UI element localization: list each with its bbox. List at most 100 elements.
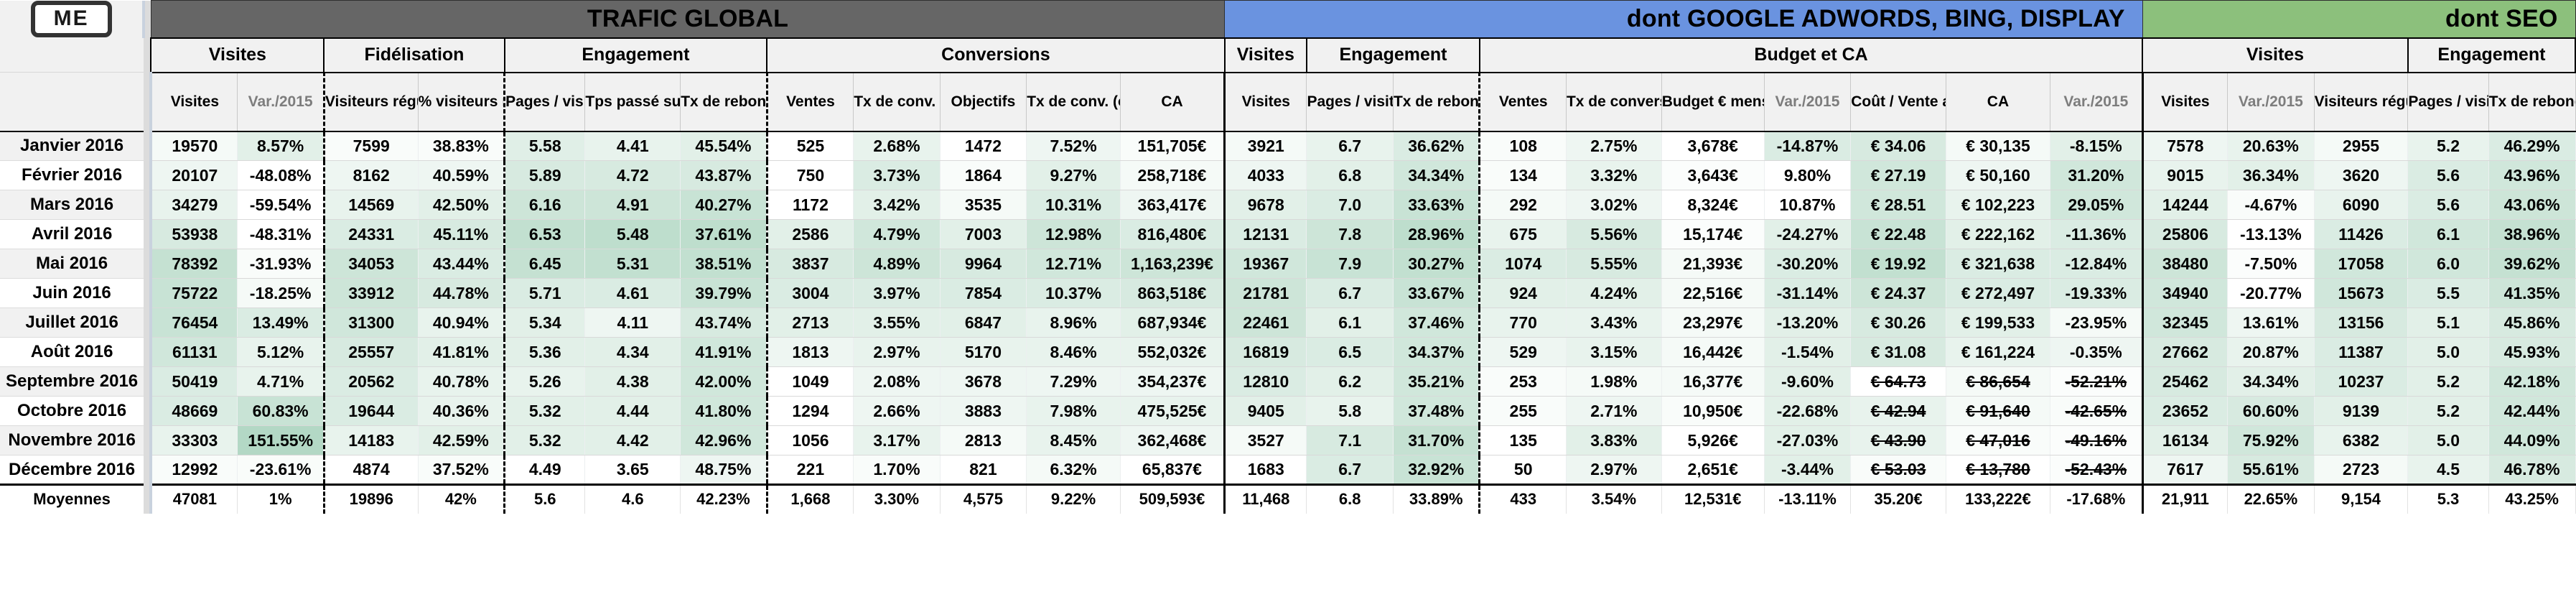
column-header-9[interactable]: Objectifs bbox=[939, 71, 1027, 132]
cell-r3-c24: 11426 bbox=[2313, 219, 2409, 249]
column-header-1[interactable]: Var./2015 bbox=[237, 71, 325, 132]
cell-r8-c5: 4.38 bbox=[584, 366, 681, 397]
row-month-label: Mars 2016 bbox=[0, 190, 144, 220]
cell-r8-c25: 5.2 bbox=[2407, 366, 2489, 397]
cell-r5-c10: 10.37% bbox=[1026, 278, 1121, 308]
average-cell-1: 1% bbox=[237, 484, 325, 514]
cell-r9-c2: 19644 bbox=[322, 396, 419, 426]
row-spacer bbox=[144, 249, 151, 279]
column-row-blank bbox=[0, 72, 144, 132]
table-row[interactable]: Juillet 2016 76454 13.49% 31300 40.94% 5.34 4.… bbox=[0, 307, 2576, 338]
cell-r11-c16: 2.97% bbox=[1565, 455, 1662, 485]
cell-r10-c25: 5.0 bbox=[2407, 425, 2489, 455]
cell-r8-c1: 4.71% bbox=[237, 366, 325, 397]
column-header-22[interactable]: Visites bbox=[2141, 71, 2229, 132]
average-cell-3: 42% bbox=[417, 484, 505, 514]
cell-r5-c24: 15673 bbox=[2313, 278, 2409, 308]
cell-r9-c6: 41.80% bbox=[680, 396, 767, 426]
cell-r3-c21: -11.36% bbox=[2049, 219, 2143, 249]
footer-spacer bbox=[144, 484, 151, 514]
cell-r2-c13: 7.0 bbox=[1306, 190, 1394, 220]
table-row[interactable]: Juin 2016 75722 -18.25% 33912 44.78% 5.71 4.61… bbox=[0, 278, 2576, 308]
cell-r9-c12: 9405 bbox=[1223, 396, 1307, 426]
column-header-26[interactable]: Tx de rebond bbox=[2488, 71, 2576, 132]
cell-r9-c26: 42.44% bbox=[2488, 396, 2576, 426]
column-header-2[interactable]: Visiteurs réguliers bbox=[322, 71, 419, 132]
cell-r4-c2: 34053 bbox=[322, 249, 419, 279]
cell-r8-c4: 5.26 bbox=[503, 366, 586, 397]
cell-r5-c11: 863,518€ bbox=[1119, 278, 1226, 308]
table-row[interactable]: Septembre 2016 50419 4.71% 20562 40.78% 5.26 4… bbox=[0, 366, 2576, 397]
table-row[interactable]: Août 2016 61131 5.12% 25557 41.81% 5.36 4.34 41… bbox=[0, 337, 2576, 367]
column-header-18[interactable]: Var./2015 bbox=[1763, 71, 1852, 132]
cell-r5-c12: 21781 bbox=[1223, 278, 1307, 308]
row-month-label: Mai 2016 bbox=[0, 249, 144, 279]
cell-r1-c11: 258,718€ bbox=[1119, 160, 1226, 190]
column-header-7[interactable]: Ventes bbox=[765, 71, 854, 132]
average-cell-7: 1,668 bbox=[765, 484, 854, 514]
column-header-17[interactable]: Budget € mensuel adwords bbox=[1661, 71, 1765, 132]
column-header-23[interactable]: Var./2015 bbox=[2227, 71, 2315, 132]
cell-r1-c13: 6.8 bbox=[1306, 160, 1394, 190]
row-month-label: Décembre 2016 bbox=[0, 455, 144, 485]
cell-r9-c18: -22.68% bbox=[1763, 396, 1852, 426]
table-row[interactable]: Décembre 2016 12992 -23.61% 4874 37.52% 4.49 3… bbox=[0, 455, 2576, 485]
cell-r5-c2: 33912 bbox=[322, 278, 419, 308]
column-header-20[interactable]: CA bbox=[1945, 71, 2050, 132]
column-header-25[interactable]: Pages / visites bbox=[2407, 71, 2489, 132]
group-header-1: Fidélisation bbox=[323, 37, 505, 73]
band-adwords: dont GOOGLE ADWORDS, BING, DISPLAY bbox=[1224, 0, 2143, 38]
cell-r3-c19: € 22.48 bbox=[1850, 219, 1946, 249]
cell-r0-c24: 2955 bbox=[2313, 131, 2409, 161]
table-row[interactable]: Mai 2016 78392 -31.93% 34053 43.44% 6.45 5.31 3… bbox=[0, 249, 2576, 279]
column-header-10[interactable]: Tx de conv. (objectifs) bbox=[1026, 71, 1121, 132]
table-row[interactable]: Mars 2016 34279 -59.54% 14569 42.50% 6.16 4.91… bbox=[0, 190, 2576, 220]
cell-r10-c1: 151.55% bbox=[237, 425, 325, 455]
column-header-24[interactable]: Visiteurs réguliers bbox=[2313, 71, 2409, 132]
column-header-12[interactable]: Visites bbox=[1223, 71, 1307, 132]
table-row[interactable]: Avril 2016 53938 -48.31% 24331 45.11% 6.53 5.4… bbox=[0, 219, 2576, 249]
cell-r1-c9: 1864 bbox=[939, 160, 1027, 190]
cell-r0-c4: 5.58 bbox=[503, 131, 586, 161]
table-row[interactable]: Octobre 2016 48669 60.83% 19644 40.36% 5.32 4.… bbox=[0, 396, 2576, 426]
column-header-5[interactable]: Tps passé sur le site (min.) bbox=[584, 71, 681, 132]
cell-r0-c11: 151,705€ bbox=[1119, 131, 1226, 161]
column-header-13[interactable]: Pages / visites bbox=[1306, 71, 1394, 132]
cell-r11-c23: 55.61% bbox=[2227, 455, 2315, 485]
column-header-3[interactable]: % visiteurs réguliers bbox=[417, 71, 505, 132]
cell-r1-c24: 3620 bbox=[2313, 160, 2409, 190]
column-header-6[interactable]: Tx de rebond bbox=[680, 71, 767, 132]
cell-r4-c8: 4.89% bbox=[853, 249, 941, 279]
cell-r0-c0: 19570 bbox=[149, 131, 238, 161]
averages-label: Moyennes bbox=[0, 484, 144, 514]
cell-r10-c7: 1056 bbox=[765, 425, 854, 455]
column-header-8[interactable]: Tx de conv. (ventes) bbox=[853, 71, 941, 132]
column-header-16[interactable]: Tx de conversion bbox=[1565, 71, 1662, 132]
column-header-11[interactable]: CA bbox=[1119, 71, 1226, 132]
cell-r3-c10: 12.98% bbox=[1026, 219, 1121, 249]
cell-r11-c7: 221 bbox=[765, 455, 854, 485]
column-header-15[interactable]: Ventes bbox=[1478, 71, 1567, 132]
cell-r8-c0: 50419 bbox=[149, 366, 238, 397]
average-cell-23: 22.65% bbox=[2227, 484, 2315, 514]
column-header-21[interactable]: Var./2015 bbox=[2049, 71, 2143, 132]
cell-r11-c3: 37.52% bbox=[417, 455, 505, 485]
cell-r8-c22: 25462 bbox=[2141, 366, 2229, 397]
average-cell-11: 509,593€ bbox=[1119, 484, 1226, 514]
cell-r2-c25: 5.6 bbox=[2407, 190, 2489, 220]
column-header-19[interactable]: Coût / Vente adwords bbox=[1850, 71, 1946, 132]
table-row[interactable]: Février 2016 20107 -48.08% 8162 40.59% 5.89 4.… bbox=[0, 160, 2576, 190]
cell-r1-c12: 4033 bbox=[1223, 160, 1307, 190]
cell-r3-c11: 816,480€ bbox=[1119, 219, 1226, 249]
table-row[interactable]: Janvier 2016 19570 8.57% 7599 38.83% 5.58 4.41… bbox=[0, 131, 2576, 161]
cell-r10-c15: 135 bbox=[1478, 425, 1567, 455]
cell-r6-c21: -23.95% bbox=[2049, 307, 2143, 338]
column-header-14[interactable]: Tx de rebond bbox=[1392, 71, 1480, 132]
group-header-7: Visites bbox=[2142, 37, 2409, 73]
cell-r6-c2: 31300 bbox=[322, 307, 419, 338]
column-header-4[interactable]: Pages / visites bbox=[503, 71, 586, 132]
column-header-0[interactable]: Visites bbox=[149, 71, 238, 132]
cell-r8-c26: 42.18% bbox=[2488, 366, 2576, 397]
average-cell-2: 19896 bbox=[322, 484, 419, 514]
table-row[interactable]: Novembre 2016 33303 151.55% 14183 42.59% 5.32… bbox=[0, 425, 2576, 455]
